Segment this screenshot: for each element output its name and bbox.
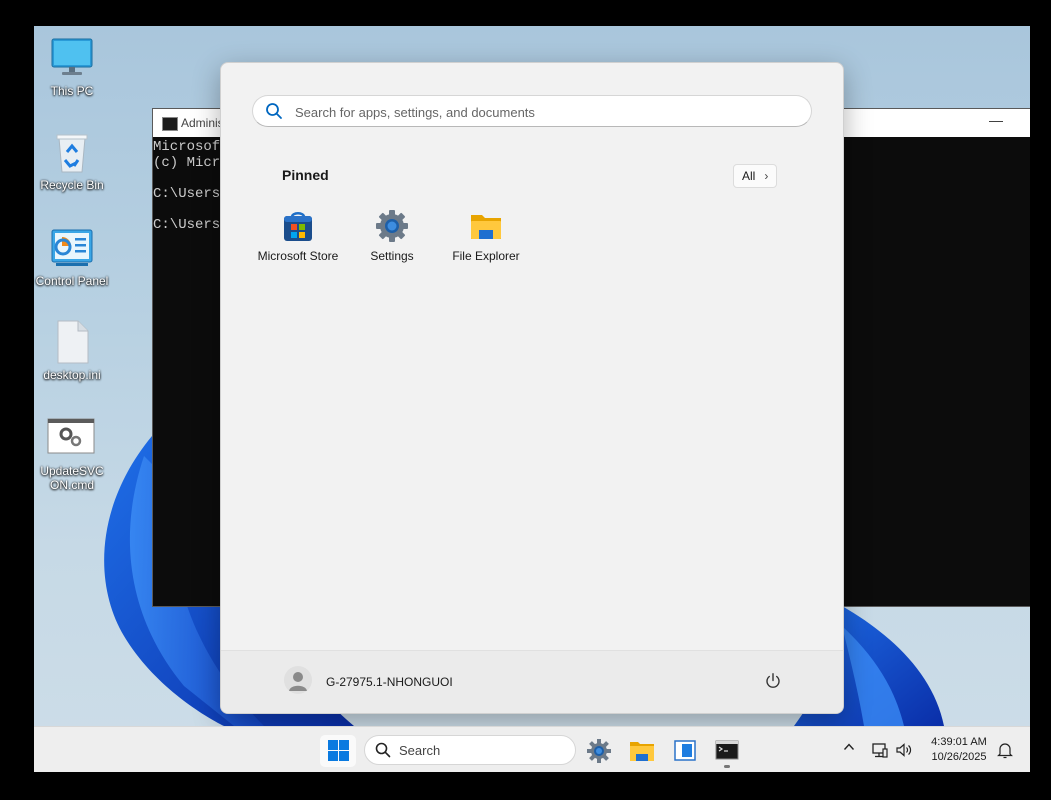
monitor-icon [50, 36, 94, 80]
desktop-icon-desktop-ini[interactable]: desktop.ini [34, 320, 110, 382]
taskbar-search-label: Search [399, 743, 441, 758]
desktop-icon-label: This PC [50, 84, 94, 98]
desktop-icon-recycle-bin[interactable]: Recycle Bin [34, 130, 110, 192]
desktop-icon-label-line1: UpdateSVC [40, 464, 104, 478]
pinned-app-microsoft-store[interactable]: Microsoft Store [252, 203, 344, 263]
chevron-right-icon: › [764, 169, 769, 183]
taskbar-search-box[interactable]: Search [364, 735, 576, 765]
cmd-window-title: Adminis [181, 116, 224, 130]
clock-time: 4:39:01 AM [931, 736, 987, 748]
clock[interactable]: 4:39:01 AM 10/26/2025 [928, 735, 990, 765]
desktop-screen: This PC Recycle Bin Control Panel deskto… [34, 26, 1030, 772]
settings-gear-icon [587, 739, 611, 763]
pinned-app-label: Microsoft Store [257, 249, 339, 263]
user-icon [289, 672, 307, 691]
desktop-icon-label: Recycle Bin [40, 178, 104, 192]
taskbar-settings-button[interactable] [581, 735, 617, 767]
taskbar-file-explorer-button[interactable] [624, 735, 660, 767]
all-apps-label: All [742, 169, 756, 183]
desktop-icon-label-line2: ON.cmd [49, 478, 94, 492]
pinned-app-settings[interactable]: Settings [346, 203, 438, 263]
tray-overflow-chevron-icon[interactable] [843, 740, 855, 756]
desktop-icon-label: desktop.ini [43, 368, 101, 382]
cmd-script-icon [47, 416, 95, 460]
control-panel-icon [50, 226, 94, 270]
taskbar-cmd-button[interactable] [709, 735, 745, 767]
power-icon[interactable] [764, 672, 782, 695]
desktop-icon-label: Control Panel [35, 274, 109, 288]
desktop-icon-this-pc[interactable]: This PC [34, 36, 110, 98]
start-button[interactable] [320, 735, 356, 767]
desktop-icon-control-panel[interactable]: Control Panel [34, 226, 110, 288]
store-icon [281, 209, 315, 243]
start-menu-footer: G-27975.1-NHONGUOI [221, 650, 843, 713]
volume-icon[interactable] [895, 741, 913, 764]
search-icon [265, 102, 283, 125]
folder-icon [630, 742, 654, 761]
pinned-section-title: Pinned [282, 167, 329, 183]
notification-bell-icon[interactable] [996, 741, 1014, 764]
pinned-app-file-explorer[interactable]: File Explorer [440, 203, 532, 263]
windows-logo-icon [328, 740, 349, 761]
settings-gear-icon [375, 209, 409, 243]
user-name[interactable]: G-27975.1-NHONGUOI [326, 675, 453, 689]
taskbar-app-button[interactable] [667, 735, 703, 767]
file-icon [50, 320, 94, 364]
start-menu: Pinned All › Microsoft Store [220, 62, 844, 714]
start-search-input[interactable] [293, 101, 797, 123]
running-indicator [724, 765, 730, 768]
user-avatar[interactable] [284, 666, 312, 694]
desktop-icon-label: UpdateSVC ON.cmd [34, 464, 110, 492]
folder-icon [469, 209, 503, 243]
minimize-button[interactable]: — [989, 112, 1003, 128]
terminal-icon [715, 740, 739, 760]
recycle-bin-icon [50, 130, 94, 174]
taskbar: Search 4:39:01 AM 10/26/2025 [34, 726, 1030, 772]
pinned-app-label: File Explorer [452, 249, 520, 263]
cmd-app-icon [162, 117, 178, 131]
all-apps-button[interactable]: All › [733, 164, 778, 188]
network-icon[interactable] [871, 741, 889, 764]
desktop-icon-updatesvc[interactable]: UpdateSVC ON.cmd [34, 416, 110, 492]
clock-date: 10/26/2025 [931, 751, 987, 763]
start-search-box[interactable] [252, 95, 812, 127]
search-icon [375, 742, 391, 761]
pinned-app-label: Settings [370, 249, 414, 263]
window-app-icon [674, 740, 696, 761]
